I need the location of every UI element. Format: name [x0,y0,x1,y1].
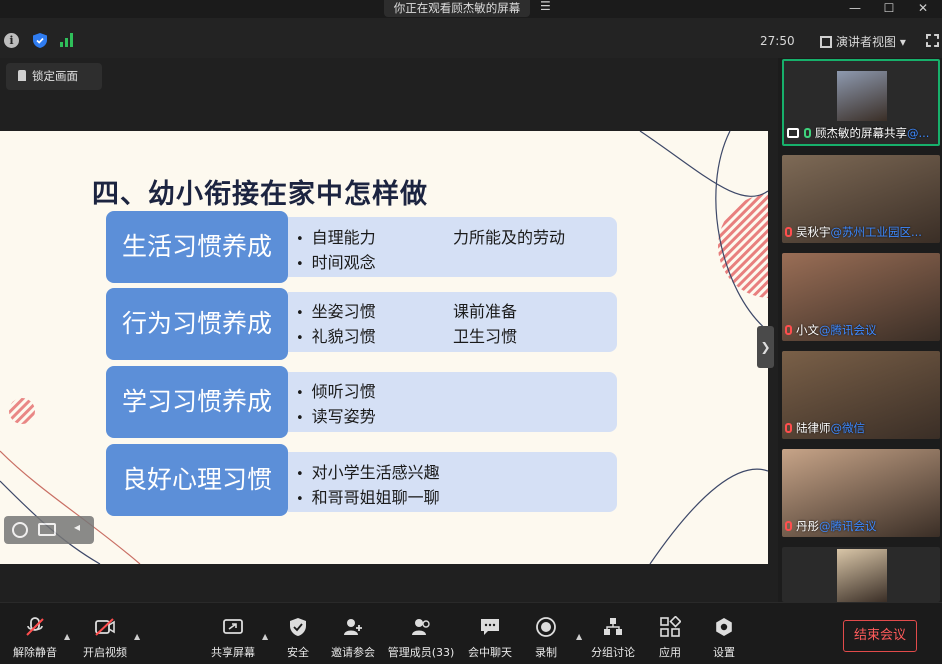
record-icon [536,617,556,637]
section-label: 学习习惯养成 [106,366,288,438]
mic-muted-icon [785,521,792,531]
breakout-icon [604,618,622,635]
participant-tile[interactable]: 吴秋宇@苏州工业园区... [782,155,940,243]
collapse-left-icon[interactable]: ◂ [74,520,80,534]
bullet-item: 倾听习惯 [296,378,376,402]
settings-label: 设置 [713,646,735,659]
participant-tile[interactable]: 小文@腾讯会议 [782,253,940,341]
meeting-timer: 27:50 [760,34,795,48]
reaction-toolbar[interactable]: ◂ [4,516,94,544]
participant-tile[interactable]: 丹彤@腾讯会议 [782,449,940,537]
bullet-item: 时间观念 [296,249,376,273]
panel-collapse-handle[interactable]: ❯ [757,326,774,368]
bullet-item-right: 力所能及的劳动 [453,228,566,247]
chat-icon [481,619,499,635]
meeting-top-toolbar [0,18,942,58]
add-user-icon [344,619,362,635]
section-label: 生活习惯养成 [106,211,288,283]
bullet-item: 自理能力 [296,224,376,248]
menu-icon[interactable]: ☰ [540,0,554,14]
shield-icon [290,618,306,636]
view-mode-selector[interactable]: 演讲者视图 ▾ [820,33,916,49]
bullet-item-right: 课前准备 [453,302,518,321]
screen-share-banner[interactable]: 你正在观看顾杰敏的屏幕 [384,0,530,17]
maximize-icon[interactable]: ☐ [872,0,906,18]
lock-screen-button[interactable]: 锁定画面 [6,63,102,90]
invite-label: 邀请参会 [331,646,375,659]
screen-share-thumbnail [837,71,887,121]
fullscreen-icon[interactable] [926,34,939,47]
security-shield-icon[interactable] [32,32,48,49]
participant-name: 陆律师@微信 [785,420,865,436]
members-icon [412,619,430,635]
section-label: 行为习惯养成 [106,288,288,360]
minimize-icon[interactable]: — [838,0,872,18]
participant-name: 顾杰敏的屏幕共享@... [787,125,929,141]
caret-up-icon[interactable]: ▲ [134,632,142,641]
record-label: 录制 [535,646,557,659]
share-screen-icon [223,619,243,634]
screen-share-icon [787,128,799,138]
participant-video [837,549,887,602]
invite-button[interactable]: 邀请参会 [318,612,388,660]
close-icon[interactable]: ✕ [906,0,940,18]
bullet-item: 和哥哥姐姐聊一聊 [296,484,440,508]
mic-muted-icon [785,227,792,237]
network-signal-icon[interactable] [60,33,75,47]
share-screen-label: 共享屏幕 [211,646,255,659]
gear-icon [716,618,732,636]
unmute-label: 解除静音 [13,646,57,659]
section-label: 良好心理习惯 [106,444,288,516]
info-icon[interactable]: i [4,33,19,48]
lock-screen-label: 锁定画面 [32,69,78,83]
participant-name: 丹彤@腾讯会议 [785,518,877,534]
manage-members-label: 管理成员(33) [387,646,455,659]
end-meeting-button[interactable]: 结束会议 [843,620,917,652]
start-video-label: 开启视频 [83,646,127,659]
comment-icon[interactable] [38,523,56,536]
share-screen-button[interactable]: 共享屏幕 [198,612,268,660]
pin-icon [18,70,26,81]
mic-muted-icon [785,423,792,433]
bullet-item: 坐姿习惯 [296,298,376,322]
view-mode-label: 演讲者视图 ▾ [836,35,906,49]
emoji-icon[interactable] [12,522,28,538]
bullet-item: 对小学生活感兴趣 [296,459,440,483]
start-video-button[interactable]: 开启视频 [70,612,140,660]
participant-tile[interactable]: 顾杰敏的屏幕共享@... [782,59,940,146]
participant-name: 小文@腾讯会议 [785,322,877,338]
layout-icon [820,36,832,48]
bullet-item-right: 卫生习惯 [453,327,518,346]
slide-title: 四、幼小衔接在家中怎样做 [92,179,428,210]
record-button[interactable]: 录制 [511,612,581,660]
unmute-button[interactable]: 解除静音 [0,612,70,660]
camera-off-icon [95,618,115,636]
apps-icon [660,616,681,637]
participant-tile[interactable]: 陆律师@微信 [782,351,940,439]
manage-members-button[interactable]: 管理成员(33) [386,612,456,660]
mic-muted-icon [26,617,44,636]
bullet-item: 礼貌习惯 [296,323,376,347]
participant-tile[interactable] [782,547,940,602]
mic-muted-icon [785,325,792,335]
settings-button[interactable]: 设置 [689,612,759,660]
participant-name: 吴秋宇@苏州工业园区... [785,224,922,240]
mic-on-icon [804,128,811,138]
bullet-item: 读写姿势 [296,403,376,427]
